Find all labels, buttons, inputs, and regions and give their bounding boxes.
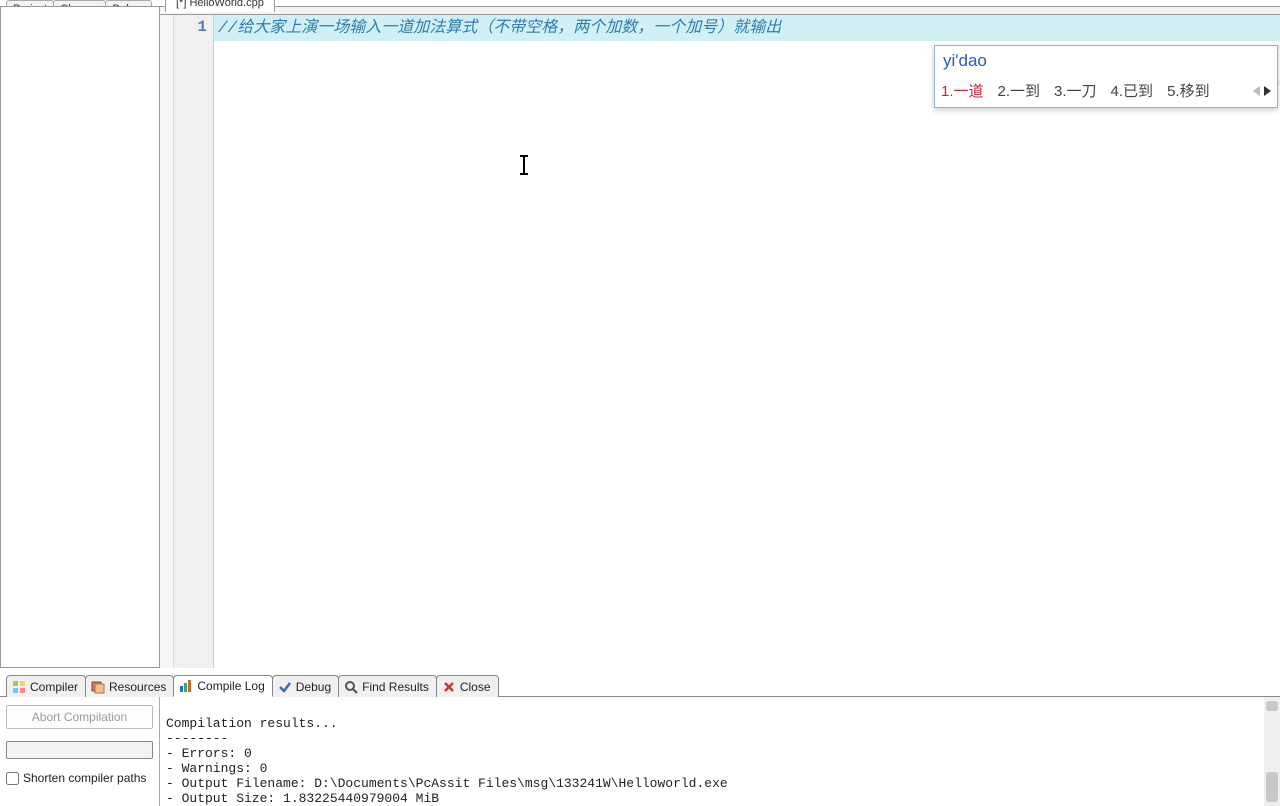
log-line: - Errors: 0 bbox=[166, 746, 252, 761]
scrollbar-thumb[interactable] bbox=[1266, 772, 1278, 802]
shorten-paths-label: Shorten compiler paths bbox=[23, 771, 146, 785]
log-line: - Warnings: 0 bbox=[166, 761, 267, 776]
grid-icon bbox=[12, 680, 26, 694]
ime-candidate-4[interactable]: 4.已到 bbox=[1111, 80, 1154, 101]
ime-candidate-5[interactable]: 5.移到 bbox=[1167, 80, 1210, 101]
bottom-tab-label: Close bbox=[460, 680, 491, 694]
project-tree-panel[interactable] bbox=[0, 6, 160, 668]
bottom-tab-compile-log[interactable]: Compile Log bbox=[173, 675, 272, 697]
resources-icon bbox=[91, 680, 105, 694]
ime-composition-text: yi'dao bbox=[935, 46, 1277, 76]
log-line: - Output Size: 1.83225440979004 MiB bbox=[166, 791, 439, 806]
ime-candidate-1[interactable]: 1.一道 bbox=[941, 80, 984, 101]
log-line: - Output Filename: D:\Documents\PcAssit … bbox=[166, 776, 728, 791]
bottom-tab-find-results[interactable]: Find Results bbox=[338, 675, 437, 697]
ime-candidate-2[interactable]: 2.一到 bbox=[998, 80, 1041, 101]
shorten-paths-row[interactable]: Shorten compiler paths bbox=[6, 771, 153, 785]
ime-candidate-3[interactable]: 3.一刀 bbox=[1054, 80, 1097, 101]
check-icon bbox=[278, 680, 292, 694]
scrollbar-thumb[interactable] bbox=[1266, 701, 1278, 711]
gutter-line-number: 1 bbox=[174, 18, 207, 36]
bottom-tab-label: Compile Log bbox=[197, 679, 264, 693]
compile-progress-bar bbox=[6, 741, 153, 759]
text-cursor-icon bbox=[523, 155, 525, 175]
shorten-paths-checkbox[interactable] bbox=[6, 772, 19, 785]
editor-file-tab[interactable]: [*] HelloWorld.cpp bbox=[165, 0, 275, 12]
bottom-tab-label: Debug bbox=[296, 680, 331, 694]
compile-log-output[interactable]: Compilation results... -------- - Errors… bbox=[160, 697, 1280, 806]
ime-prev-icon[interactable] bbox=[1253, 86, 1260, 96]
bottom-tab-label: Compiler bbox=[30, 680, 78, 694]
bottom-tab-label: Find Results bbox=[362, 680, 429, 694]
bar-chart-icon bbox=[179, 679, 193, 693]
ime-next-icon[interactable] bbox=[1264, 86, 1271, 96]
log-line: Compilation results... bbox=[166, 716, 338, 731]
editor-line-gutter: 1 bbox=[174, 15, 214, 668]
ime-popup[interactable]: yi'dao 1.一道 2.一到 3.一刀 4.已到 5.移到 bbox=[934, 45, 1278, 108]
code-editor[interactable]: 1 //给大家上演一场输入一道加法算式（不带空格，两个加数，一个加号）就输出 y… bbox=[160, 15, 1280, 668]
editor-fold-gutter bbox=[160, 15, 174, 668]
search-icon bbox=[344, 680, 358, 694]
abort-compilation-button: Abort Compilation bbox=[6, 705, 153, 729]
bottom-tab-resources[interactable]: Resources bbox=[85, 675, 174, 697]
bottom-tab-compiler[interactable]: Compiler bbox=[6, 675, 86, 697]
code-line-comment[interactable]: //给大家上演一场输入一道加法算式（不带空格，两个加数，一个加号）就输出 bbox=[214, 15, 1280, 41]
log-line: -------- bbox=[166, 731, 228, 746]
log-scrollbar[interactable] bbox=[1264, 697, 1280, 806]
bottom-tab-close[interactable]: Close bbox=[436, 675, 499, 697]
bottom-tab-label: Resources bbox=[109, 680, 166, 694]
bottom-tab-debug[interactable]: Debug bbox=[272, 675, 339, 697]
close-icon bbox=[442, 680, 456, 694]
